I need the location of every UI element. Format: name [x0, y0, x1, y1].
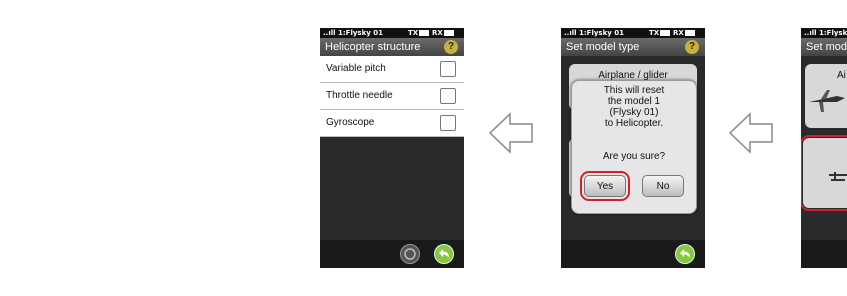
rx-battery-icon: [684, 30, 695, 36]
page-title-bar: Set model type ?: [561, 38, 705, 56]
rx-battery-icon: [443, 30, 454, 36]
left-arrow-icon: [728, 112, 773, 154]
list-item-label: Variable pitch: [326, 63, 386, 74]
gyroscope-checkbox[interactable]: [440, 115, 456, 131]
airplane-card[interactable]: Ai: [805, 64, 847, 128]
list-item-variable-pitch[interactable]: Variable pitch: [320, 56, 464, 83]
back-arrow-icon: [439, 249, 449, 258]
page-title-bar: Set mod: [801, 38, 847, 56]
structure-list: Variable pitch Throttle needle Gyroscope: [320, 56, 464, 137]
tx-battery-icon: [419, 30, 430, 36]
confirm-button[interactable]: [400, 244, 420, 264]
back-button[interactable]: [434, 244, 454, 264]
list-item-throttle-needle[interactable]: Throttle needle: [320, 83, 464, 110]
status-bar: ..ıll 1:Flysky: [801, 28, 847, 38]
helicopter-structure-screen: ..ıll 1:Flysky 01 TX RX Helicopter struc…: [320, 28, 464, 268]
help-icon[interactable]: ?: [444, 40, 458, 54]
card-label: Ai: [837, 70, 846, 81]
set-model-type-screen: ..ıll 1:Flysky 01 TX RX Set model type ?…: [561, 28, 705, 268]
list-item-gyroscope[interactable]: Gyroscope: [320, 110, 464, 137]
signal-indicator: ..ıll: [564, 29, 577, 37]
bottom-bar: [801, 240, 847, 268]
bottom-bar: [561, 240, 705, 268]
list-item-label: Gyroscope: [326, 117, 375, 128]
signal-indicator: ..ıll: [323, 29, 336, 37]
throttle-needle-checkbox[interactable]: [440, 88, 456, 104]
model-name: 1:Flysky 01: [579, 29, 624, 37]
no-button[interactable]: No: [642, 175, 684, 197]
help-icon[interactable]: ?: [685, 40, 699, 54]
confirm-dialog: This will reset the model 1 (Flysky 01) …: [571, 80, 697, 214]
back-button[interactable]: [675, 244, 695, 264]
model-name: 1:Flysky 01: [338, 29, 383, 37]
page-title: Set model type: [566, 41, 640, 53]
rx-indicator: RX: [673, 28, 696, 38]
list-item-label: Throttle needle: [326, 90, 393, 101]
status-bar: ..ıll 1:Flysky 01 TX RX: [320, 28, 464, 38]
yes-button[interactable]: Yes: [580, 171, 630, 201]
signal-indicator: ..ıll: [804, 29, 817, 37]
tx-indicator: TX: [408, 28, 430, 38]
circle-icon: [404, 248, 416, 260]
helicopter-card[interactable]: [801, 135, 847, 211]
page-title-bar: Helicopter structure ?: [320, 38, 464, 56]
page-title: Set mod: [806, 41, 847, 53]
status-bar: ..ıll 1:Flysky 01 TX RX: [561, 28, 705, 38]
model-type-selection-screen: ..ıll 1:Flysky Set mod Ai: [801, 28, 847, 268]
model-name: 1:Flysky: [819, 29, 847, 37]
dialog-question: Are you sure?: [602, 151, 666, 162]
left-arrow-icon: [488, 112, 533, 154]
airplane-icon: [809, 90, 845, 112]
page-title: Helicopter structure: [325, 41, 421, 53]
dialog-message: This will reset the model 1 (Flysky 01) …: [603, 85, 665, 129]
tx-indicator: TX: [649, 28, 671, 38]
helicopter-icon: [829, 172, 847, 181]
variable-pitch-checkbox[interactable]: [440, 61, 456, 77]
tx-battery-icon: [660, 30, 671, 36]
back-arrow-icon: [680, 249, 690, 258]
rx-indicator: RX: [432, 28, 455, 38]
bottom-bar: [320, 240, 464, 268]
